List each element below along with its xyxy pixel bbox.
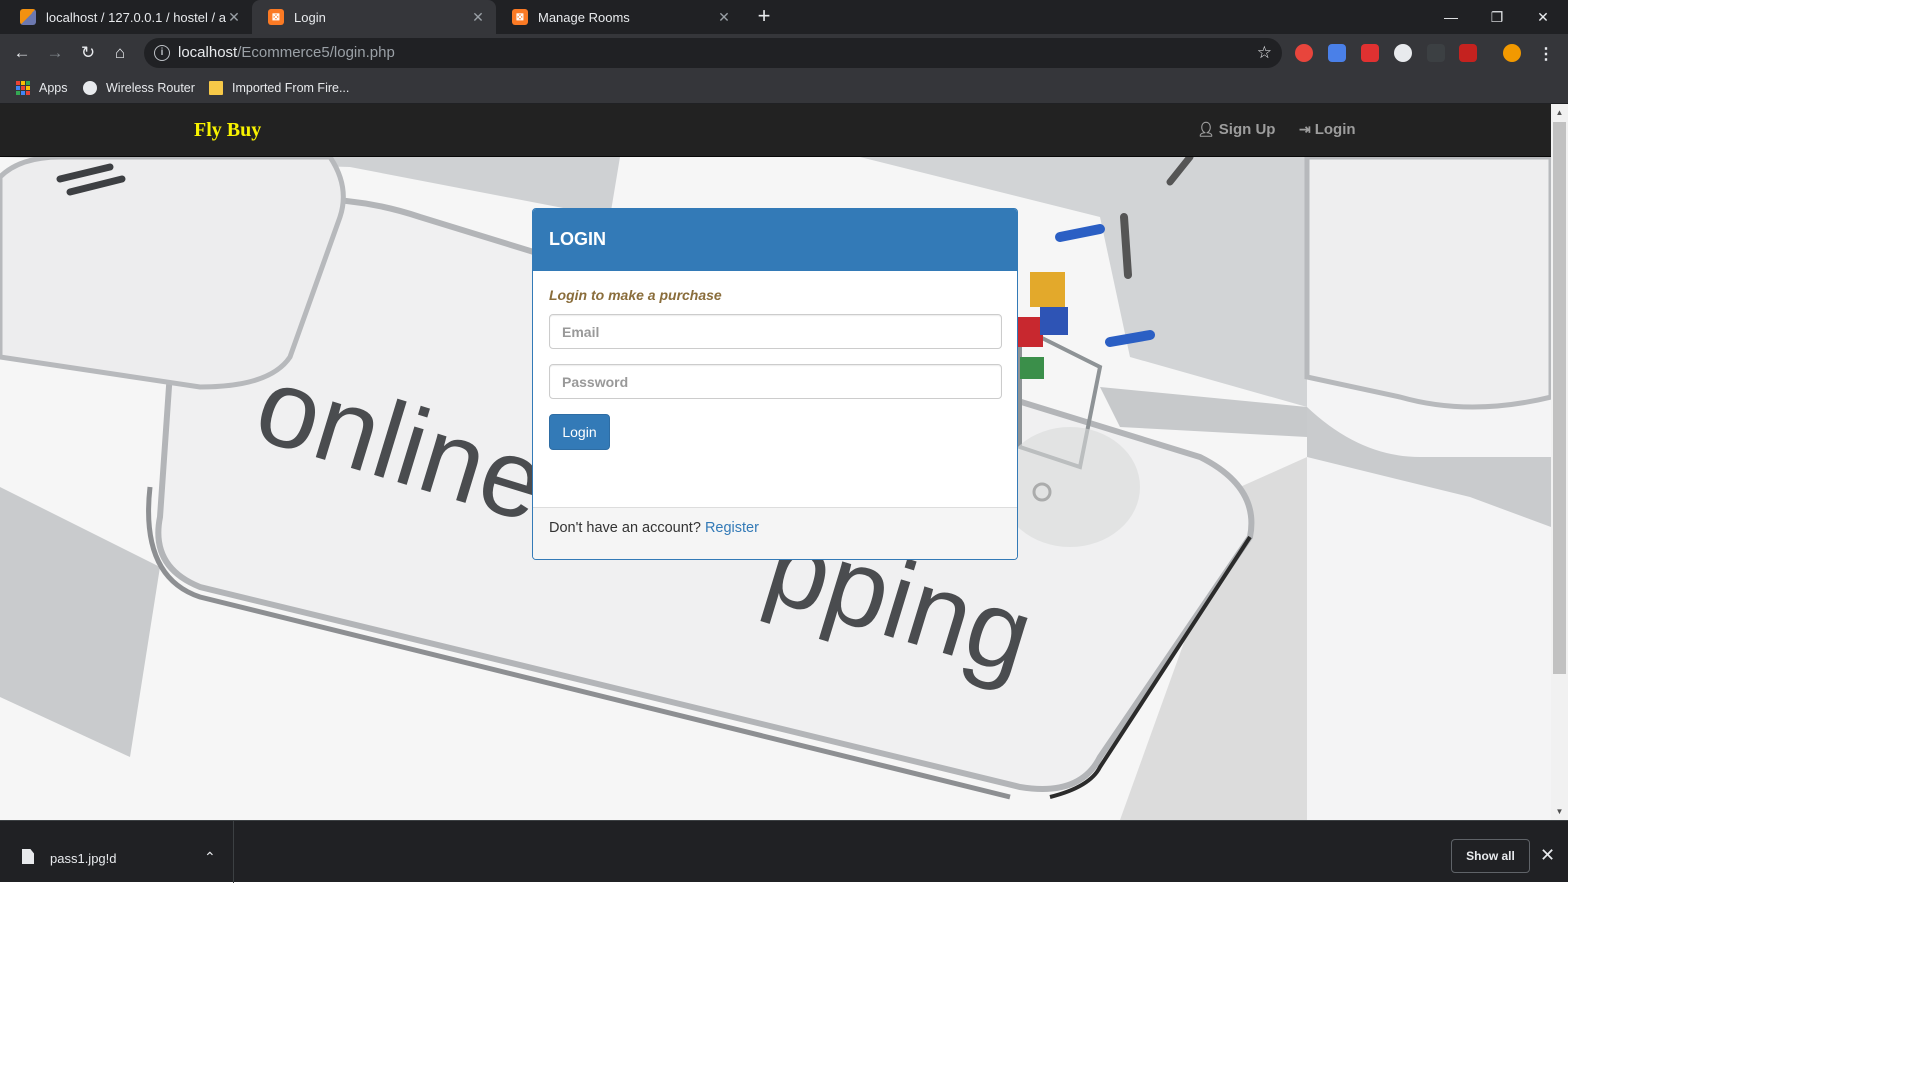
bookmark-imported-folder[interactable]: Imported From Fire... [209,78,349,98]
new-tab-icon[interactable]: + [752,5,776,29]
speed-dial-icon[interactable] [1394,44,1412,62]
page-scrollbar[interactable]: ▲ ▼ [1551,104,1568,820]
pdf-icon[interactable] [1459,44,1477,62]
nav-link-label: Login [1314,121,1356,138]
close-window-icon[interactable]: ✕ [1520,0,1566,34]
url-path: /Ecommerce5/login.php [237,44,395,61]
download-item[interactable]: pass1.jpg!d ⌃ [0,821,234,883]
login-button[interactable]: Login [549,414,610,450]
extension-icon[interactable] [1361,44,1379,62]
home-icon[interactable]: ⌂ [108,41,132,65]
login-icon: ⇥ [1299,121,1311,137]
close-tab-icon[interactable]: ✕ [470,9,486,25]
show-all-button[interactable]: Show all [1451,839,1530,873]
brand-logo[interactable]: Fly Buy [194,119,261,142]
scrollbar-thumb[interactable] [1553,122,1566,674]
bookmark-apps[interactable]: Apps [16,78,68,98]
password-field[interactable] [549,364,1002,399]
reload-icon[interactable]: ↻ [76,41,100,65]
page-viewport: Fly Buy 👤︎ Sign Up ⇥ Login online pping … [0,104,1551,820]
bookmark-label: Wireless Router [106,81,195,95]
download-shelf: pass1.jpg!d ⌃ Show all ✕ [0,820,1568,883]
bookmark-label: Apps [39,81,68,95]
footer-text: Don't have an account? [549,520,701,536]
tab-login[interactable]: ⊠ Login ✕ [252,0,496,34]
close-tab-icon[interactable]: ✕ [226,9,242,25]
nav-login-link[interactable]: ⇥ Login [1299,121,1356,138]
register-link[interactable]: Register [705,520,759,536]
apps-grid-icon [16,81,30,95]
nav-signup-link[interactable]: 👤︎ Sign Up [1197,121,1275,138]
email-field[interactable] [549,314,1002,349]
tab-manage-rooms[interactable]: ⊠ Manage Rooms ✕ [496,0,742,34]
bookmark-wireless-router[interactable]: Wireless Router [83,78,195,98]
download-file-name: pass1.jpg!d [50,851,117,866]
file-icon [22,849,34,864]
translate-icon[interactable] [1328,44,1346,62]
profile-icon[interactable] [1503,44,1521,62]
tab-title: Manage Rooms [538,9,630,25]
scroll-down-icon[interactable]: ▼ [1551,803,1568,820]
login-form: Login to make a purchase Login [533,271,1017,466]
url-text: localhost/Ecommerce5/login.php [178,44,395,61]
login-subtitle: Login to make a purchase [549,287,722,303]
site-navbar: Fly Buy 👤︎ Sign Up ⇥ Login [0,104,1551,157]
login-panel-footer: Don't have an account? Register [533,507,1017,559]
scroll-up-icon[interactable]: ▲ [1551,104,1568,121]
bookmarks-bar: Apps Wireless Router Imported From Fire.… [0,72,1568,104]
login-panel: LOGIN Login to make a purchase Login Don… [532,208,1018,560]
tab-strip: localhost / 127.0.0.1 / hostel / ad ✕ ⊠ … [0,0,1568,34]
back-icon[interactable]: ← [10,41,34,65]
menu-icon[interactable]: ⋮ [1538,44,1554,64]
phpmyadmin-icon [20,9,36,25]
xampp-icon: ⊠ [268,9,284,25]
user-icon: 👤︎ [1197,121,1215,137]
site-info-icon[interactable]: i [154,45,170,61]
forward-icon[interactable]: → [43,41,67,65]
bookmark-label: Imported From Fire... [232,81,350,95]
nav-link-label: Sign Up [1218,121,1276,138]
xampp-icon: ⊠ [512,9,528,25]
minimize-icon[interactable]: — [1428,0,1474,34]
bookmark-star-icon[interactable]: ☆ [1257,43,1272,63]
tab-title: localhost / 127.0.0.1 / hostel / ad [46,9,226,25]
extension-icon[interactable] [1427,44,1445,62]
globe-icon [83,81,97,95]
login-panel-heading: LOGIN [533,209,1017,271]
close-shelf-icon[interactable]: ✕ [1540,845,1555,866]
extension-icon[interactable] [1295,44,1313,62]
close-tab-icon[interactable]: ✕ [716,9,732,25]
folder-icon [209,81,223,95]
tab-title: Login [294,9,326,25]
url-host: localhost [178,44,238,61]
address-bar[interactable]: i localhost/Ecommerce5/login.php ☆ [144,38,1282,68]
tab-phpmyadmin[interactable]: localhost / 127.0.0.1 / hostel / ad ✕ [4,0,252,34]
restore-icon[interactable]: ❐ [1474,0,1520,34]
chevron-up-icon[interactable]: ⌃ [204,849,216,866]
hero-background: online pping LOGIN Login to make a purch… [0,157,1551,820]
